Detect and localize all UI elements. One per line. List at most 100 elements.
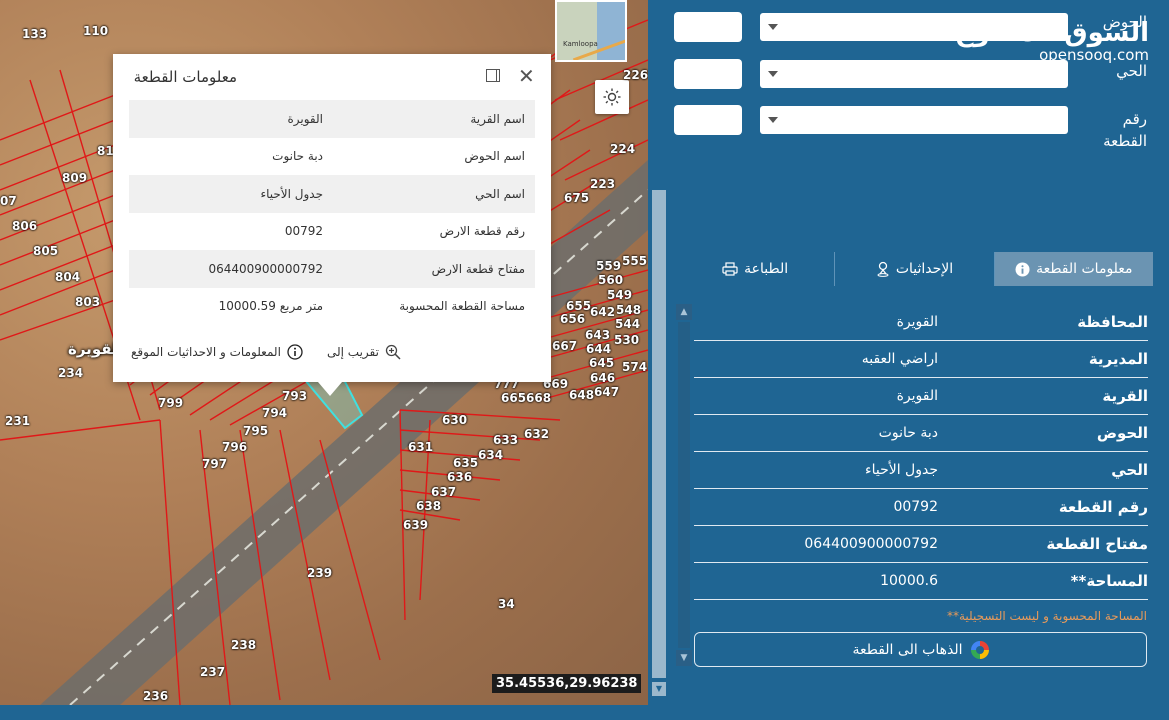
plot-number-label: 642 [590, 305, 616, 319]
plot-number-label: 804 [55, 270, 81, 284]
info-value: 064400900000792 [804, 536, 938, 552]
plot-number-label: 633 [493, 433, 519, 447]
popup-key: مساحة القطعة المحسوبة [399, 299, 525, 314]
district-number-input[interactable] [674, 59, 742, 89]
popup-table: اسم القرية القويرة اسم الحوض دبة حانوت اسم… [129, 100, 535, 325]
plot-number-label: 794 [262, 406, 288, 420]
close-icon[interactable]: ✕ [518, 66, 535, 86]
brightness-button[interactable] [595, 80, 629, 114]
satellite-map[interactable]: Kamloopa 133 110 226 81 809 07 806 805 804 803 234… [0, 0, 648, 705]
info-row: المديرية اراضي العقبه [694, 341, 1148, 378]
basin-select[interactable] [760, 13, 1068, 41]
info-value: اراضي العقبه [861, 351, 938, 367]
plot-number-label: 231 [5, 414, 31, 428]
tab-print-label: الطباعة [744, 261, 789, 277]
google-icon [970, 640, 989, 659]
info-row: رقم القطعة 00792 [694, 489, 1148, 526]
scroll-thumb[interactable] [652, 190, 666, 678]
tab-print[interactable]: الطباعة [676, 252, 834, 286]
plot-number-label: 637 [431, 485, 457, 499]
tab-plot-info-label: معلومات القطعة [1036, 261, 1133, 277]
popup-key: رقم قطعة الارض [439, 224, 525, 239]
info-key: القرية [1102, 387, 1148, 405]
info-row: الحي جدول الأحياء [694, 452, 1148, 489]
plot-number-label: 655 [566, 299, 592, 313]
info-row: مفتاح القطعة 064400900000792 [694, 526, 1148, 563]
info-row: القرية القويرة [694, 378, 1148, 415]
zoom-to-button[interactable]: تقريب إلى [327, 344, 401, 360]
plot-number-label: 560 [598, 273, 624, 287]
plot-number-label: 793 [282, 389, 308, 403]
chevron-up-icon[interactable]: ▲ [676, 304, 692, 320]
location-info-label: المعلومات و الاحداثيات الموقع [131, 345, 281, 359]
plot-number-label: 809 [62, 171, 88, 185]
plot-number-label: 34 [498, 597, 515, 611]
plot-number-label: 796 [222, 440, 248, 454]
info-icon [1015, 261, 1030, 277]
side-panel: الحوض الحي رقم القطعة السوق المفتوح open… [670, 0, 1169, 705]
plot-number-label: 644 [586, 342, 612, 356]
plot-number-label: 632 [524, 427, 550, 441]
plot-number-label: 81 [97, 144, 114, 158]
plot-number-label: 07 [0, 194, 17, 208]
info-row: المحافظة القويرة [694, 304, 1148, 341]
plot-number-label: رقم القطعة [1103, 108, 1147, 152]
popup-key: اسم الحي [475, 186, 525, 201]
basin-number-input[interactable] [674, 12, 742, 42]
plot-number-label: 648 [569, 388, 595, 402]
plot-number-label: 797 [202, 457, 228, 471]
caret-down-icon [768, 71, 778, 77]
popup-row: مساحة القطعة المحسوبة 10000.59 متر مربع [129, 288, 535, 326]
plot-number-label: 799 [158, 396, 184, 410]
minimap[interactable]: Kamloopa [555, 0, 627, 62]
plot-number-label: 636 [447, 470, 473, 484]
popup-value: 064400900000792 [208, 261, 323, 276]
plot-select[interactable] [760, 106, 1068, 134]
chevron-down-icon[interactable]: ▼ [652, 682, 666, 696]
map-panel-scrollbar[interactable]: ▼ [648, 0, 670, 705]
plot-number-input[interactable] [674, 105, 742, 135]
popup-row: اسم القرية القويرة [129, 100, 535, 138]
plot-number-label: 224 [610, 142, 636, 156]
go-to-plot-button[interactable]: الذهاب الى القطعة [694, 632, 1147, 667]
plot-number-label: 646 [590, 371, 616, 385]
plot-number-label: 238 [231, 638, 257, 652]
tab-coordinates[interactable]: الإحداثيات [834, 252, 993, 286]
plot-number-label: 639 [403, 518, 429, 532]
plot-number-label: 667 [552, 339, 578, 353]
maximize-icon[interactable] [486, 69, 500, 82]
plot-number-label: 634 [478, 448, 504, 462]
plot-number-label: 239 [307, 566, 333, 580]
plot-number-label: 643 [585, 328, 611, 342]
popup-row: مفتاح قطعة الارض 064400900000792 [129, 250, 535, 288]
info-scrollbar[interactable]: ▲ ▼ [676, 304, 692, 668]
zoom-in-icon [385, 344, 401, 360]
printer-icon [722, 262, 738, 276]
location-info-button[interactable]: المعلومات و الاحداثيات الموقع [131, 344, 303, 360]
plot-number-label: 237 [200, 665, 226, 679]
plot-number-label: 110 [83, 24, 109, 38]
info-value: 10000.6 [880, 573, 938, 589]
plot-number-label: 656 [560, 312, 586, 326]
plot-number-label: 226 [623, 68, 648, 82]
popup-value: 10000.59 متر مربع [218, 299, 323, 314]
info-value: القويرة [896, 388, 938, 404]
chevron-down-icon[interactable]: ▼ [676, 650, 692, 666]
plot-number-label: 647 [594, 385, 620, 399]
plot-number-label: 223 [590, 177, 616, 191]
plot-number-label: 803 [75, 295, 101, 309]
plot-number-label: 559 [596, 259, 622, 273]
caret-down-icon [768, 24, 778, 30]
popup-key: مفتاح قطعة الارض [431, 261, 525, 276]
tab-plot-info[interactable]: معلومات القطعة [993, 252, 1153, 286]
info-icon [287, 344, 303, 360]
district-select[interactable] [760, 60, 1068, 88]
info-value: 00792 [893, 499, 938, 515]
plot-number-label: 555 [622, 254, 648, 268]
tab-bar: الطباعة الإحداثيات معلومات القطعة [676, 252, 1153, 286]
plot-number-label: 668 [526, 391, 552, 405]
plot-number-label: 234 [58, 366, 84, 380]
info-value: القويرة [896, 314, 938, 330]
info-key: مفتاح القطعة [1046, 535, 1148, 553]
popup-value: دبة حانوت [272, 149, 323, 164]
